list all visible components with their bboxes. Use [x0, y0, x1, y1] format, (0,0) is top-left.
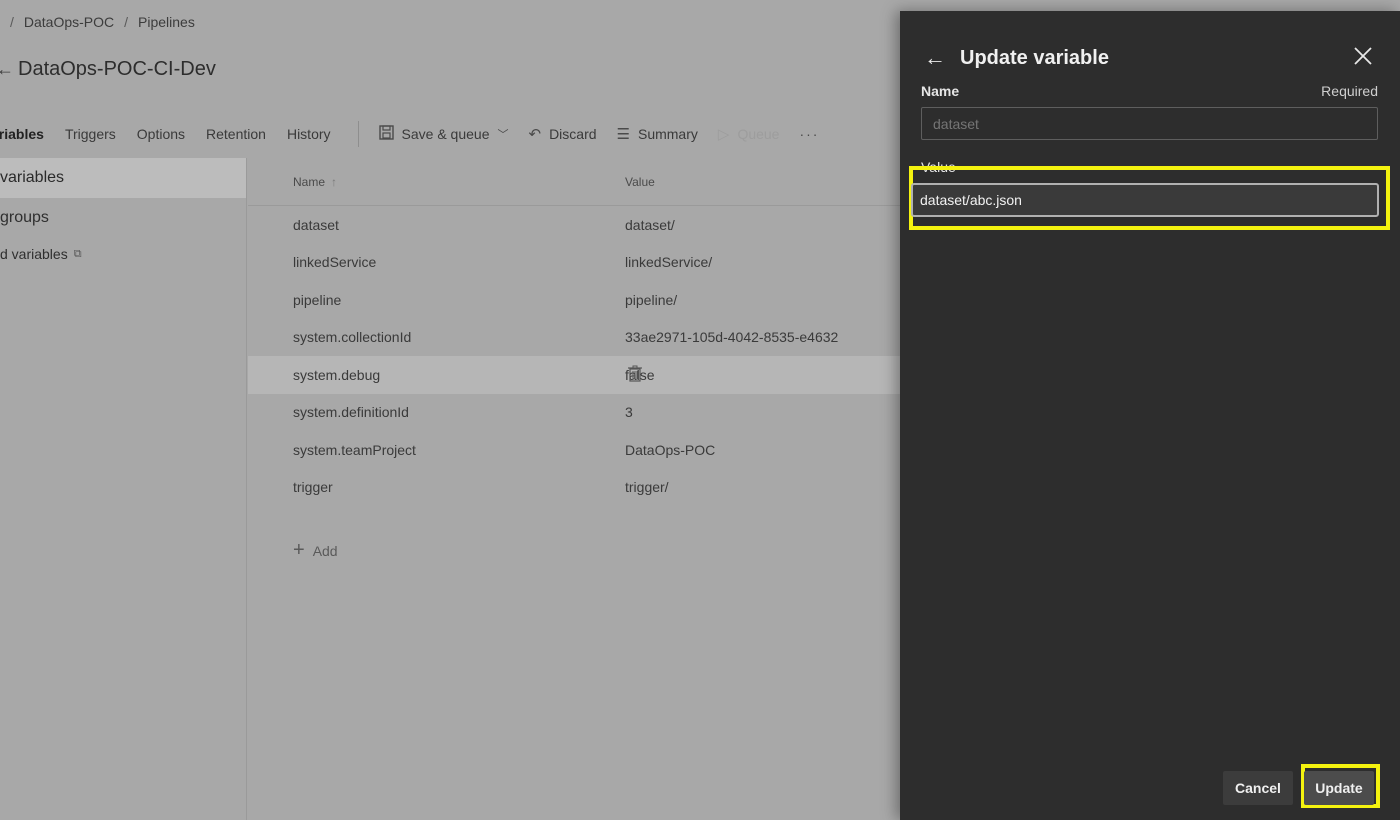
required-label: Required	[1321, 83, 1378, 99]
variables-left-nav: variables groups d variables ⧉	[0, 158, 247, 820]
table-row[interactable]: dataset dataset/	[248, 206, 900, 244]
table-body: dataset dataset/linkedService linkedServic…	[248, 206, 900, 506]
variable-name-cell[interactable]: pipeline	[248, 292, 625, 308]
variable-name-cell[interactable]: dataset	[248, 217, 625, 233]
save-queue-label: Save & queue	[401, 126, 490, 142]
table-row[interactable]: pipeline pipeline/	[248, 281, 900, 319]
variable-name-cell[interactable]: system.definitionId	[248, 404, 625, 420]
queue-button[interactable]: ▷ Queue	[718, 125, 780, 143]
more-options-icon[interactable]: ···	[799, 126, 819, 142]
variable-value-cell[interactable]: 33ae2971-105d-4042-8535-e4632	[625, 329, 900, 345]
table-row[interactable]: linkedService linkedService/	[248, 244, 900, 282]
name-field-label: Name	[921, 83, 960, 99]
table-row[interactable]: system.definitionId 3	[248, 394, 900, 432]
save-queue-button[interactable]: Save & queue ﹀	[378, 124, 509, 144]
value-field[interactable]	[911, 183, 1379, 217]
value-column-header: Value	[625, 174, 655, 189]
back-arrow-icon[interactable]: ←	[0, 59, 14, 80]
variable-value-cell[interactable]: pipeline/	[625, 292, 900, 308]
variables-table: Name ↑ Value dataset dataset/linkedServic…	[248, 158, 900, 561]
add-label: Add	[312, 542, 338, 559]
queue-label: Queue	[737, 126, 780, 142]
breadcrumb-separator: /	[124, 14, 129, 30]
breadcrumb-pipelines[interactable]: Pipelines	[138, 14, 195, 30]
summary-button[interactable]: ☰ Summary	[617, 125, 698, 143]
name-field[interactable]	[921, 107, 1378, 140]
table-row[interactable]: system.teamProject DataOps-POC	[248, 431, 900, 469]
variable-name-cell[interactable]: system.debug	[248, 367, 625, 383]
variable-value-cell[interactable]: 3	[625, 404, 900, 420]
tab-triggers[interactable]: Triggers	[65, 126, 116, 142]
play-icon: ▷	[717, 126, 730, 143]
chevron-down-icon: ﹀	[497, 129, 509, 141]
list-icon: ☰	[616, 126, 630, 143]
breadcrumb: / DataOps-POC / Pipelines	[0, 13, 195, 31]
panel-header: ← Update variable	[924, 43, 1376, 73]
table-row[interactable]: trigger trigger/	[248, 469, 900, 507]
toolbar-divider	[357, 121, 359, 147]
name-column-header[interactable]: Name ↑	[248, 175, 625, 189]
variable-value-cell[interactable]: linkedService/	[625, 254, 900, 270]
cancel-button[interactable]: Cancel	[1223, 771, 1293, 805]
discard-button[interactable]: ↶ Discard	[528, 125, 596, 143]
delete-icon[interactable]	[628, 365, 642, 382]
table-row[interactable]: system.collectionId 33ae2971-105d-4042-85…	[248, 319, 900, 357]
nav-predefined-variables-label: d variables	[0, 246, 68, 262]
nav-pipeline-variables-label: variables	[0, 169, 65, 186]
pipeline-toolbar: ariables Triggers Options Retention Hist…	[0, 120, 819, 148]
nav-variable-groups[interactable]: groups	[0, 198, 246, 238]
panel-footer: Cancel Update	[900, 750, 1400, 820]
page-title: DataOps-POC-CI-Dev	[18, 58, 216, 80]
variable-name-cell[interactable]: system.teamProject	[248, 442, 625, 458]
panel-title: Update variable	[960, 46, 1109, 69]
page-title-row: ← DataOps-POC-CI-Dev	[0, 58, 216, 81]
plus-icon: +	[293, 539, 305, 561]
summary-label: Summary	[637, 126, 698, 142]
name-field-label-row: Name Required	[921, 83, 1378, 99]
tab-retention[interactable]: Retention	[206, 126, 266, 142]
sort-ascending-icon: ↑	[331, 174, 338, 189]
breadcrumb-separator: /	[10, 14, 14, 30]
discard-label: Discard	[549, 126, 597, 142]
nav-variable-groups-label: groups	[0, 209, 49, 226]
table-header: Name ↑ Value	[248, 158, 900, 206]
tab-history[interactable]: History	[287, 126, 331, 142]
nav-predefined-variables[interactable]: d variables ⧉	[0, 238, 246, 270]
undo-icon: ↶	[528, 126, 542, 143]
variable-value-cell[interactable]: dataset/	[625, 217, 900, 233]
close-icon[interactable]	[1352, 45, 1374, 67]
table-row[interactable]: system.debug false	[248, 356, 900, 394]
variable-name-cell[interactable]: linkedService	[248, 254, 625, 270]
nav-pipeline-variables[interactable]: variables	[0, 158, 246, 198]
back-arrow-icon[interactable]: ←	[924, 45, 960, 71]
update-variable-panel: ← Update variable Name Required Value Ca…	[900, 11, 1400, 820]
breadcrumb-project[interactable]: DataOps-POC	[24, 14, 114, 30]
tab-options[interactable]: Options	[137, 126, 185, 142]
add-variable-button[interactable]: + Add	[293, 539, 338, 562]
variable-value-cell[interactable]: trigger/	[625, 479, 900, 495]
variable-name-cell[interactable]: system.collectionId	[248, 329, 625, 345]
variable-value-cell[interactable]: DataOps-POC	[625, 442, 900, 458]
tab-variables[interactable]: ariables	[0, 126, 44, 142]
save-icon	[378, 124, 394, 144]
name-header-label: Name	[293, 174, 326, 189]
external-link-icon: ⧉	[73, 247, 82, 260]
variable-value-cell[interactable]: false	[625, 367, 900, 383]
variable-name-cell[interactable]: trigger	[248, 479, 625, 495]
update-button[interactable]: Update	[1304, 771, 1374, 805]
